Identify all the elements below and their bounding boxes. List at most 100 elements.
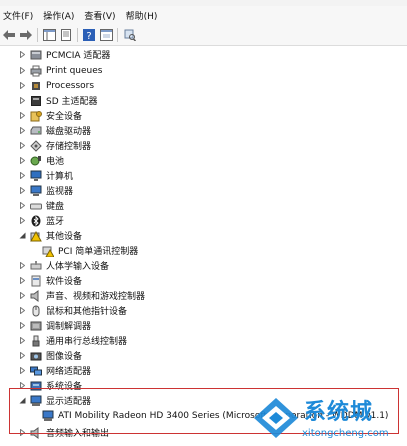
tree-item-hid[interactable]: 人体学输入设备	[18, 258, 109, 273]
tree-item-label: 键盘	[46, 202, 65, 212]
tree-item-software-devices[interactable]: 软件设备	[18, 273, 82, 288]
tree-item-bluetooth[interactable]: 蓝牙	[18, 213, 64, 228]
expand-arrow-icon[interactable]	[18, 291, 26, 301]
battery-icon	[30, 155, 42, 167]
forward-arrow-icon[interactable]	[19, 28, 33, 42]
tree-item-label: 其他设备	[46, 232, 83, 242]
back-arrow-icon[interactable]	[2, 28, 16, 42]
tree-item-security-devices[interactable]: 安全设备	[18, 108, 82, 123]
tree-item-usb-controllers[interactable]: 通用串行总线控制器	[18, 333, 127, 348]
usb-icon	[30, 335, 42, 347]
expand-arrow-icon[interactable]	[18, 201, 26, 211]
pcmcia-icon	[30, 49, 42, 61]
show-hide-console-tree-icon[interactable]	[42, 28, 56, 42]
tree-item-label: SD 主适配器	[46, 97, 98, 107]
tree-item-label: 通用串行总线控制器	[46, 337, 128, 347]
printer-icon	[30, 65, 42, 77]
expand-arrow-icon[interactable]	[18, 306, 26, 316]
expand-arrow-icon[interactable]	[18, 186, 26, 196]
expand-arrow-icon[interactable]	[18, 366, 26, 376]
tree-item-pci-simple-comm[interactable]: PCI 简单通讯控制器	[42, 243, 138, 258]
tree-item-processors[interactable]: Processors	[18, 78, 94, 93]
menu-action[interactable]: 操作(A)	[43, 9, 74, 22]
tree-item-label: 存储控制器	[46, 142, 92, 152]
scan-hardware-icon[interactable]	[122, 28, 136, 42]
tree-item-label: Print queues	[46, 65, 103, 76]
expand-arrow-icon[interactable]	[18, 336, 26, 346]
tree-item-label: 蓝牙	[46, 217, 65, 227]
watermark: 系统城 xitongcheng.com	[248, 394, 407, 446]
tree-item-label: 计算机	[46, 172, 74, 182]
tree-item-disk-drives[interactable]: 磁盘驱动器	[18, 123, 91, 138]
imaging-device-icon	[30, 350, 42, 362]
collapse-arrow-icon[interactable]	[18, 231, 26, 241]
watermark-logo-icon	[254, 398, 298, 438]
sd-host-icon	[30, 95, 42, 107]
sound-icon	[30, 289, 42, 302]
expand-arrow-icon[interactable]	[18, 50, 26, 60]
tree-item-network-adapters[interactable]: 网络适配器	[18, 363, 91, 378]
tree-item-label: 网络适配器	[46, 367, 92, 377]
tree-item-sd-host[interactable]: SD 主适配器	[18, 93, 98, 108]
view-details-icon[interactable]	[99, 28, 113, 42]
tree-item-label: 鼠标和其他指针设备	[46, 307, 128, 317]
menu-file[interactable]: 文件(F)	[3, 9, 33, 22]
expand-arrow-icon[interactable]	[18, 66, 26, 76]
tree-item-pcmcia[interactable]: PCMCIA 适配器	[18, 47, 110, 62]
tree-item-battery[interactable]: 电池	[18, 153, 64, 168]
tree-item-imaging-devices[interactable]: 图像设备	[18, 348, 82, 363]
expand-arrow-icon[interactable]	[18, 81, 26, 91]
computer-icon	[30, 170, 42, 182]
storage-controller-icon	[30, 139, 42, 152]
tree-item-label: 调制解调器	[46, 322, 92, 332]
expand-arrow-icon[interactable]	[18, 351, 26, 361]
tree-item-label: 图像设备	[46, 352, 83, 362]
expand-arrow-icon[interactable]	[18, 156, 26, 166]
other-devices-icon	[30, 230, 42, 242]
disk-drive-icon	[30, 125, 42, 137]
expand-arrow-icon[interactable]	[18, 276, 26, 286]
expand-arrow-icon[interactable]	[18, 261, 26, 271]
tree-item-label: PCI 简单通讯控制器	[58, 247, 139, 257]
toolbar: ?	[0, 24, 407, 46]
tree-item-label: 安全设备	[46, 112, 83, 122]
tree-item-other-devices[interactable]: 其他设备	[18, 228, 82, 243]
expand-arrow-icon[interactable]	[18, 321, 26, 331]
expand-arrow-icon[interactable]	[18, 111, 26, 121]
properties-icon[interactable]	[59, 28, 73, 42]
network-adapter-icon	[30, 365, 42, 377]
tree-item-label: Processors	[46, 80, 95, 91]
tree-item-label: 软件设备	[46, 277, 83, 287]
expand-arrow-icon[interactable]	[18, 141, 26, 151]
menu-view[interactable]: 查看(V)	[84, 9, 115, 22]
tree-item-label: PCMCIA 适配器	[46, 51, 111, 61]
svg-text:?: ?	[86, 31, 91, 41]
tree-item-label: 电池	[46, 157, 65, 167]
hid-icon	[30, 260, 42, 272]
tree-item-monitors[interactable]: 监视器	[18, 183, 73, 198]
tree-item-label: 磁盘驱动器	[46, 127, 92, 137]
tree-item-storage-controllers[interactable]: 存储控制器	[18, 138, 91, 153]
tree-item-label: 监视器	[46, 187, 74, 197]
bluetooth-icon	[30, 215, 42, 227]
tree-item-print-queues[interactable]: Print queues	[18, 63, 102, 78]
expand-arrow-icon[interactable]	[18, 216, 26, 226]
tree-item-keyboards[interactable]: 键盘	[18, 198, 64, 213]
tree-item-sound-video-game[interactable]: 声音、视频和游戏控制器	[18, 288, 145, 303]
unknown-device-warning-icon	[42, 245, 54, 257]
help-icon[interactable]: ?	[82, 28, 96, 42]
menu-help[interactable]: 帮助(H)	[126, 9, 158, 22]
expand-arrow-icon[interactable]	[18, 96, 26, 106]
processor-icon	[30, 80, 42, 92]
expand-arrow-icon[interactable]	[18, 171, 26, 181]
tree-item-modems[interactable]: 调制解调器	[18, 318, 91, 333]
security-device-icon	[30, 110, 42, 122]
tree-item-mice[interactable]: 鼠标和其他指针设备	[18, 303, 127, 318]
tree-item-computer[interactable]: 计算机	[18, 168, 73, 183]
expand-arrow-icon[interactable]	[18, 126, 26, 136]
tree-item-label: 人体学输入设备	[46, 262, 110, 272]
keyboard-icon	[30, 200, 42, 212]
monitor-icon	[30, 185, 42, 197]
mouse-icon	[30, 305, 42, 317]
titlebar-text: - - -	[262, 0, 276, 3]
